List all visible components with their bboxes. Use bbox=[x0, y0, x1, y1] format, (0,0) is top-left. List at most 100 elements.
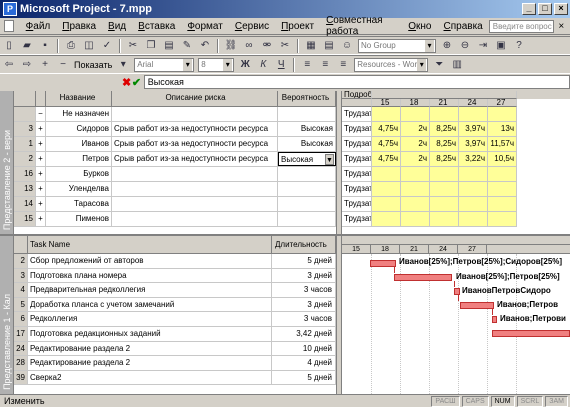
cancel-entry-icon[interactable]: ✖ bbox=[122, 76, 132, 89]
open-icon[interactable]: ▰ bbox=[20, 39, 34, 53]
paste-icon[interactable]: ▤ bbox=[162, 39, 176, 53]
resource-name[interactable]: Не назначен bbox=[46, 107, 112, 121]
risk-description[interactable] bbox=[112, 197, 278, 211]
save-icon[interactable]: ▪ bbox=[38, 39, 52, 53]
document-icon[interactable] bbox=[4, 20, 14, 32]
show-dropdown-icon[interactable]: ▾ bbox=[116, 58, 130, 72]
new-icon[interactable]: ▯ bbox=[2, 39, 16, 53]
col-header-indicator[interactable] bbox=[36, 91, 46, 106]
usage-cell[interactable] bbox=[488, 107, 517, 122]
usage-cell[interactable] bbox=[430, 197, 459, 212]
menu-help[interactable]: Справка bbox=[438, 21, 489, 32]
autofilter-icon[interactable]: ⏷ bbox=[432, 58, 446, 72]
bold-icon[interactable]: Ж bbox=[238, 58, 252, 72]
usage-cell[interactable] bbox=[372, 182, 401, 197]
format-painter-icon[interactable]: ✎ bbox=[180, 39, 194, 53]
table-row[interactable]: − Не назначен bbox=[14, 107, 336, 122]
align-center-icon[interactable]: ≡ bbox=[318, 58, 332, 72]
zoom-in-icon[interactable]: ⊕ bbox=[440, 39, 454, 53]
task-name[interactable]: Сбор предложений от авторов bbox=[28, 254, 272, 268]
menu-tools[interactable]: Сервис bbox=[229, 21, 275, 32]
task-duration[interactable]: 4 дней bbox=[272, 356, 336, 370]
risk-probability[interactable] bbox=[278, 107, 336, 121]
usage-cell[interactable]: 3,97ч bbox=[459, 122, 488, 137]
usage-row[interactable]: Трудзат 4,75ч 2ч 8,25ч 3,97ч 13ч bbox=[342, 122, 570, 137]
task-name[interactable]: Редколлегия bbox=[28, 312, 272, 326]
help-search-input[interactable]: Введите вопрос bbox=[488, 19, 555, 33]
risk-description[interactable]: Срыв работ из-за недоступности ресурса bbox=[112, 152, 278, 166]
task-duration[interactable]: 3 часов bbox=[272, 283, 336, 297]
link-tasks-icon[interactable]: ∞ bbox=[242, 39, 256, 53]
gantt-bar[interactable] bbox=[460, 302, 494, 309]
usage-cell[interactable]: 11,57ч bbox=[488, 137, 517, 152]
usage-cell[interactable]: 10,5ч bbox=[488, 152, 517, 167]
resource-name[interactable]: Иванов bbox=[46, 137, 112, 151]
resource-name[interactable]: Уленделва bbox=[46, 182, 112, 196]
arrow-right-icon[interactable]: ⇨ bbox=[20, 58, 34, 72]
task-row[interactable]: 6 Редколлегия 3 часов bbox=[14, 312, 336, 327]
usage-cell[interactable]: 4,75ч bbox=[372, 137, 401, 152]
goto-task-icon[interactable]: ⇥ bbox=[476, 39, 490, 53]
col-header-probability[interactable]: Вероятность bbox=[278, 91, 336, 106]
usage-row[interactable]: Трудзат 4,75ч 2ч 8,25ч 3,22ч 10,5ч bbox=[342, 152, 570, 167]
table-row[interactable]: 15 + Пименов bbox=[14, 212, 336, 227]
menu-collaborate[interactable]: Совместная работа bbox=[320, 15, 402, 37]
risk-probability[interactable] bbox=[278, 197, 336, 211]
expand-icon[interactable]: + bbox=[36, 167, 46, 181]
usage-row[interactable]: Трудзат bbox=[342, 167, 570, 182]
task-duration[interactable]: 5 дней bbox=[272, 370, 336, 385]
task-name[interactable]: Подготовка редакционных заданий bbox=[28, 326, 272, 341]
menu-file[interactable]: Файл bbox=[20, 21, 57, 32]
split-task-icon[interactable]: ✂ bbox=[278, 39, 292, 53]
col-header-id[interactable] bbox=[14, 236, 28, 253]
usage-cell[interactable] bbox=[459, 212, 488, 227]
copy-icon[interactable]: ❐ bbox=[144, 39, 158, 53]
gantt-wizard-icon[interactable]: ▥ bbox=[450, 58, 464, 72]
usage-cell[interactable] bbox=[430, 167, 459, 182]
table-row[interactable]: 2 + Петров Срыв работ из-за недоступност… bbox=[14, 152, 336, 167]
risk-description[interactable] bbox=[112, 182, 278, 196]
task-name[interactable]: Редактирование раздела 2 bbox=[28, 341, 272, 356]
menu-format[interactable]: Формат bbox=[181, 21, 229, 32]
usage-cell[interactable]: 3,97ч bbox=[459, 137, 488, 152]
show-label[interactable]: Показать bbox=[74, 60, 112, 70]
task-name[interactable]: Подготовка плана номера bbox=[28, 268, 272, 283]
maximize-button[interactable]: □ bbox=[538, 3, 552, 15]
task-duration[interactable]: 3 дней bbox=[272, 268, 336, 283]
task-name[interactable]: Предварительная редколлегия bbox=[28, 283, 272, 297]
help-icon[interactable]: ? bbox=[512, 39, 526, 53]
preview-icon[interactable]: ◫ bbox=[82, 39, 96, 53]
expand-icon[interactable]: + bbox=[36, 197, 46, 211]
font-size-combo[interactable]: 8 bbox=[198, 57, 235, 72]
collapse-icon[interactable]: − bbox=[36, 107, 46, 121]
usage-cell[interactable] bbox=[401, 212, 430, 227]
usage-cell[interactable] bbox=[488, 182, 517, 197]
usage-cell[interactable] bbox=[401, 197, 430, 212]
gantt-bar[interactable] bbox=[492, 330, 570, 337]
expand-icon[interactable]: + bbox=[36, 137, 46, 151]
usage-cell[interactable] bbox=[430, 212, 459, 227]
usage-row[interactable]: Трудзат bbox=[342, 107, 570, 122]
usage-cell[interactable] bbox=[372, 167, 401, 182]
zoom-out-icon[interactable]: ⊖ bbox=[458, 39, 472, 53]
assign-resources-icon[interactable]: ☺ bbox=[340, 39, 354, 53]
menu-insert[interactable]: Вставка bbox=[132, 21, 181, 32]
risk-probability[interactable]: Высокая bbox=[278, 137, 336, 151]
usage-cell[interactable] bbox=[372, 197, 401, 212]
minimize-button[interactable]: _ bbox=[522, 3, 536, 15]
entry-field[interactable]: Высокая bbox=[143, 75, 570, 89]
undo-icon[interactable]: ↶ bbox=[198, 39, 212, 53]
resource-name[interactable]: Бурков bbox=[46, 167, 112, 181]
cut-icon[interactable]: ✂ bbox=[126, 39, 140, 53]
col-header-task-name[interactable]: Task Name bbox=[28, 236, 272, 253]
table-row[interactable]: 3 + Сидоров Срыв работ из-за недоступнос… bbox=[14, 122, 336, 137]
resource-name[interactable]: Пименов bbox=[46, 212, 112, 226]
col-header-name[interactable]: Название bbox=[46, 91, 112, 106]
col-header-id[interactable] bbox=[14, 91, 36, 106]
usage-row[interactable]: Трудзат bbox=[342, 212, 570, 227]
usage-cell[interactable] bbox=[459, 197, 488, 212]
task-row[interactable]: 28 Редактирование раздела 2 4 дней bbox=[14, 356, 336, 371]
risk-probability[interactable] bbox=[278, 182, 336, 196]
usage-cell[interactable] bbox=[488, 167, 517, 182]
menu-window[interactable]: Окно bbox=[402, 21, 437, 32]
